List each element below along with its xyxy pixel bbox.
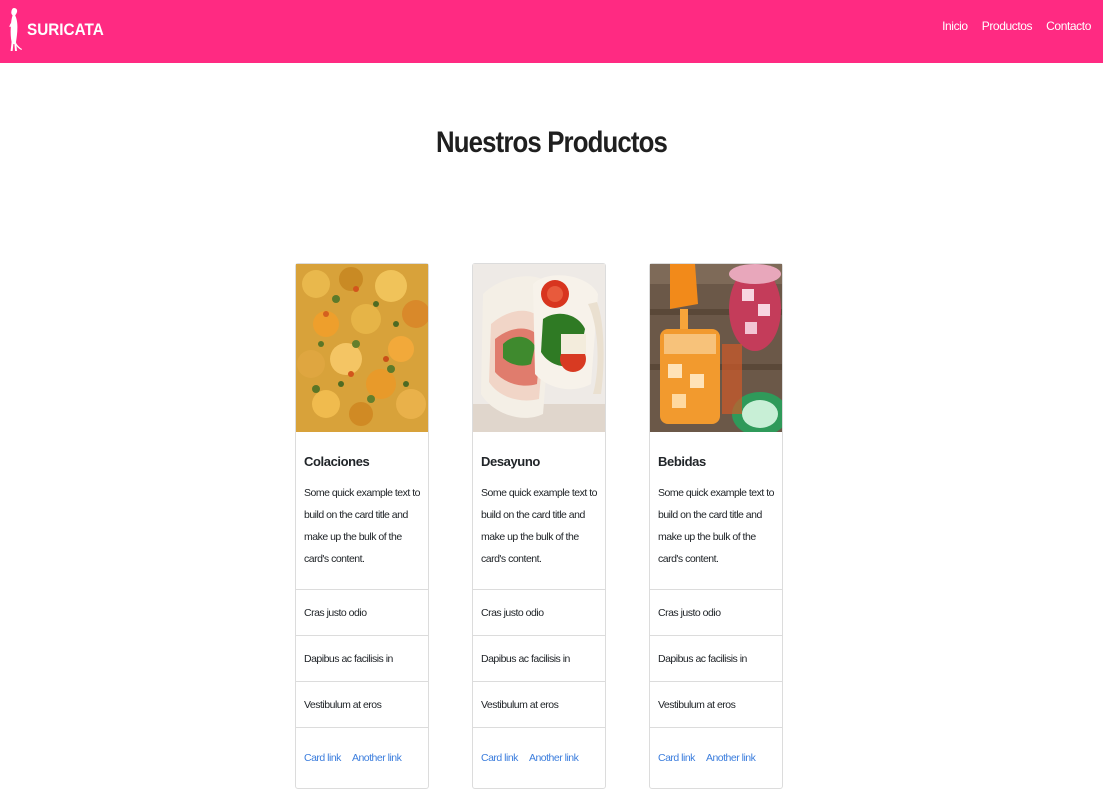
product-card-bebidas: Bebidas Some quick example text to build… xyxy=(649,263,783,789)
another-link[interactable]: Another link xyxy=(529,752,579,764)
card-text: Some quick example text to build on the … xyxy=(658,487,774,565)
navbar: SURICATA Inicio Productos Contacto xyxy=(0,0,1103,63)
card-link[interactable]: Card link xyxy=(658,752,695,764)
list-item: Vestibulum at eros xyxy=(296,682,428,728)
list-item: Cras justo odio xyxy=(650,590,782,636)
product-card-desayuno: Desayuno Some quick example text to buil… xyxy=(472,263,606,789)
list-item: Vestibulum at eros xyxy=(473,682,605,728)
card-title: Colaciones xyxy=(304,454,370,469)
card-links: Card link Another link xyxy=(296,728,428,788)
card-text: Some quick example text to build on the … xyxy=(304,487,420,565)
nav-link-productos[interactable]: Productos xyxy=(982,19,1033,33)
card-text: Some quick example text to build on the … xyxy=(481,487,597,565)
card-link[interactable]: Card link xyxy=(481,752,518,764)
list-item: Cras justo odio xyxy=(296,590,428,636)
nav-link-contacto[interactable]: Contacto xyxy=(1046,19,1091,33)
card-title: Desayuno xyxy=(481,454,540,469)
product-card-colaciones: Colaciones Some quick example text to bu… xyxy=(295,263,429,789)
nav-link-inicio[interactable]: Inicio xyxy=(942,19,968,33)
card-body: Bebidas Some quick example text to build… xyxy=(650,432,782,590)
card-body: Desayuno Some quick example text to buil… xyxy=(473,432,605,590)
card-links: Card link Another link xyxy=(650,728,782,788)
list-item: Dapibus ac facilisis in xyxy=(296,636,428,682)
nav-links: Inicio Productos Contacto xyxy=(928,19,1091,33)
card-title: Bebidas xyxy=(658,454,706,469)
card-body: Colaciones Some quick example text to bu… xyxy=(296,432,428,590)
meerkat-logo-icon xyxy=(9,8,22,51)
list-item: Cras justo odio xyxy=(473,590,605,636)
another-link[interactable]: Another link xyxy=(706,752,756,764)
brand-link[interactable]: SURICATA xyxy=(4,6,112,54)
card-link[interactable]: Card link xyxy=(304,752,341,764)
food-dish-image xyxy=(296,264,428,432)
list-item: Dapibus ac facilisis in xyxy=(650,636,782,682)
card-links: Card link Another link xyxy=(473,728,605,788)
drinks-image xyxy=(650,264,782,432)
list-item: Dapibus ac facilisis in xyxy=(473,636,605,682)
list-item: Vestibulum at eros xyxy=(650,682,782,728)
page-title: Nuestros Productos xyxy=(435,126,668,159)
sandwich-image xyxy=(473,264,605,432)
brand-name: SURICATA xyxy=(27,20,104,39)
another-link[interactable]: Another link xyxy=(352,752,402,764)
